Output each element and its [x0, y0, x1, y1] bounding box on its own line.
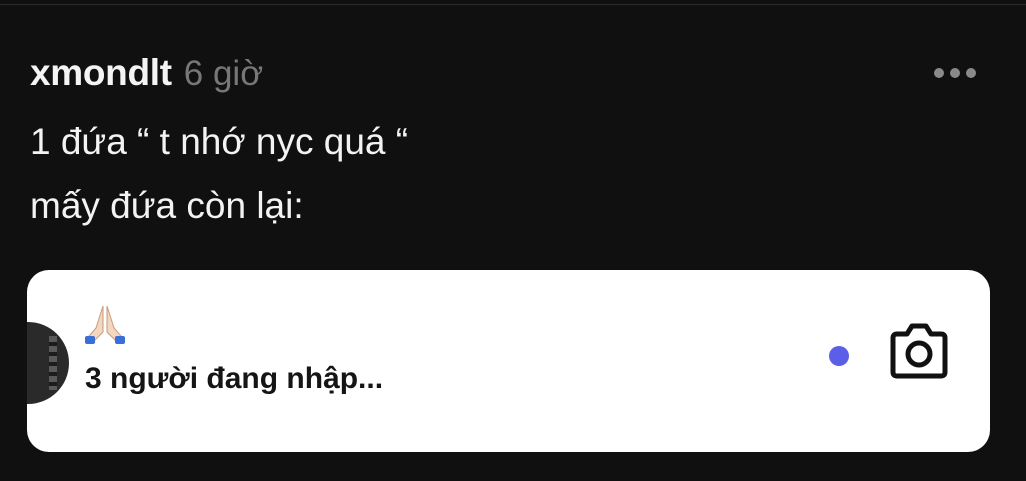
divider [0, 4, 1026, 5]
post-text-line-1: 1 đứa “ t nhớ nyc quá “ [30, 121, 409, 162]
typing-screenshot-card: 3 người đang nhập... [27, 270, 990, 452]
post-header: xmondlt 6 giờ [30, 52, 990, 102]
folded-hands-icon [85, 305, 125, 344]
post: xmondlt 6 giờ 1 đứa “ t nhớ nyc quá “ mấ… [30, 52, 990, 238]
page: xmondlt 6 giờ 1 đứa “ t nhớ nyc quá “ mấ… [0, 0, 1026, 481]
more-options-icon[interactable] [934, 68, 976, 78]
camera-icon[interactable] [887, 322, 951, 382]
status-dot [829, 346, 849, 366]
username[interactable]: xmondlt [30, 52, 172, 94]
more-dot [966, 68, 976, 78]
timestamp: 6 giờ [183, 54, 264, 93]
more-dot [950, 68, 960, 78]
post-text-line-2: mấy đứa còn lại: [30, 185, 304, 226]
avatar [27, 322, 69, 404]
typing-indicator-text: 3 người đang nhập... [85, 362, 384, 395]
more-dot [934, 68, 944, 78]
